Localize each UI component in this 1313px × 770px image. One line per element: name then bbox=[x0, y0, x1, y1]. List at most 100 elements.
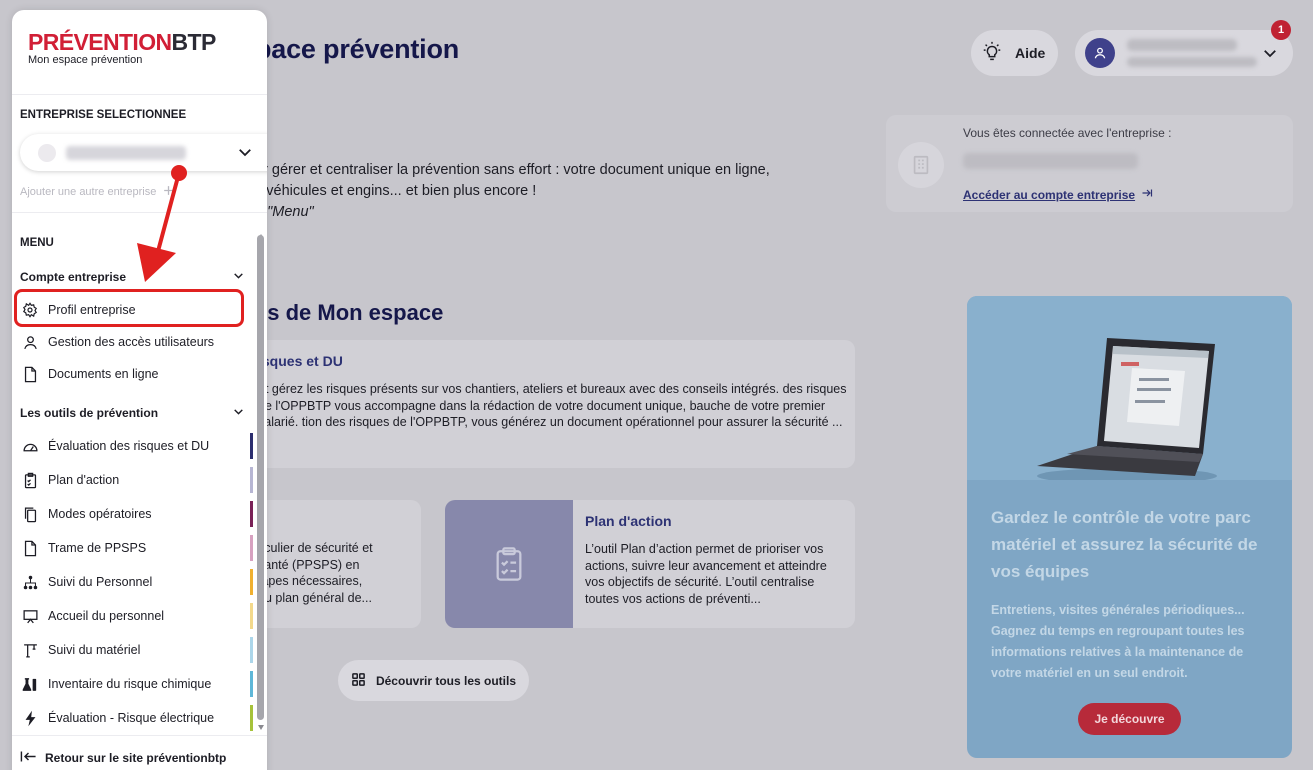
help-button[interactable]: Aide bbox=[971, 30, 1058, 76]
chevron-down-icon bbox=[1261, 44, 1279, 67]
divider bbox=[12, 212, 267, 213]
discover-all-tools-button[interactable]: Découvrir tous les outils bbox=[338, 660, 529, 701]
user-name-redacted bbox=[1127, 39, 1237, 51]
menu-item-risk-evaluation[interactable]: Évaluation des risques et DU bbox=[20, 433, 253, 459]
lightning-icon bbox=[20, 708, 40, 728]
menu-item-action-plan[interactable]: Plan d'action bbox=[20, 467, 253, 493]
menu-item-equipment-tracking[interactable]: Suivi du matériel bbox=[20, 637, 253, 663]
tool-card-description: et gérez les risques présents sur vos ch… bbox=[258, 382, 847, 429]
user-icon bbox=[20, 332, 40, 352]
menu-item-label: Suivi du Personnel bbox=[48, 575, 153, 589]
promo-discover-button[interactable]: Je découvre bbox=[1078, 703, 1181, 735]
connected-company-name-redacted bbox=[963, 153, 1138, 169]
clipboard-check-icon bbox=[20, 470, 40, 490]
menu-item-online-documents[interactable]: Documents en ligne bbox=[20, 361, 253, 387]
chevron-down-icon bbox=[232, 269, 245, 285]
lightbulb-icon bbox=[981, 41, 1003, 66]
tool-card-description: L’outil Plan d’action permet de priorise… bbox=[585, 542, 827, 606]
menu-item-user-access[interactable]: Gestion des accès utilisateurs bbox=[20, 329, 253, 355]
brand-logo[interactable]: PRÉVENTIONBTP Mon espace prévention bbox=[28, 30, 216, 66]
document-icon bbox=[20, 538, 40, 558]
document-icon bbox=[20, 364, 40, 384]
promo-illustration bbox=[967, 296, 1292, 484]
tool-card-action-plan[interactable]: Plan d'action L’outil Plan d’action perm… bbox=[445, 500, 855, 628]
company-section-label: ENTREPRISE SELECTIONNEE bbox=[20, 109, 187, 121]
tool-color-bar bbox=[250, 671, 253, 697]
company-account-link-label: Accéder au compte entreprise bbox=[963, 187, 1136, 202]
promo-card: Gardez le contrôle de votre parc matérie… bbox=[967, 296, 1292, 758]
group-company-account[interactable]: Compte entreprise bbox=[20, 269, 245, 285]
copy-icon bbox=[20, 504, 40, 524]
user-email-redacted bbox=[1127, 57, 1257, 67]
menu-item-label: Évaluation des risques et DU bbox=[48, 439, 210, 453]
tool-card-risk-evaluation[interactable]: isques et DU et gérez les risques présen… bbox=[240, 340, 855, 468]
user-avatar-icon bbox=[1085, 38, 1115, 68]
group-prevention-tools[interactable]: Les outils de prévention bbox=[20, 405, 245, 421]
intro-line-2: s véhicules et engins... et bien plus en… bbox=[255, 183, 537, 199]
tool-card-ppsps[interactable]: ticulier de sécurité et santé (PPSPS) en… bbox=[240, 500, 421, 628]
gauge-icon bbox=[20, 436, 40, 456]
menu-item-label: Évaluation - Risque électrique bbox=[48, 711, 215, 725]
logo-subtitle: Mon espace prévention bbox=[28, 54, 143, 66]
menu-item-label: Plan d'action bbox=[48, 473, 120, 487]
menu-item-label: Accueil du personnel bbox=[48, 609, 165, 623]
menu-item-chemical-risk[interactable]: Inventaire du risque chimique bbox=[20, 671, 253, 697]
menu-item-electrical-risk[interactable]: Évaluation - Risque électrique bbox=[20, 705, 253, 731]
annotation-highlight-box bbox=[14, 289, 244, 327]
tool-color-bar bbox=[250, 637, 253, 663]
page-title: pace prévention bbox=[255, 34, 460, 64]
add-company-link[interactable]: Ajouter une autre entreprise bbox=[20, 184, 175, 200]
intro-text: ur gérer et centraliser la prévention sa… bbox=[255, 160, 770, 223]
sidebar-scrollbar-thumb[interactable] bbox=[257, 235, 264, 720]
section-title: és de Mon espace bbox=[255, 300, 444, 325]
laptop-illustration bbox=[1037, 338, 1217, 484]
menu-item-staff-welcome[interactable]: Accueil du personnel bbox=[20, 603, 253, 629]
connected-company-card: Vous êtes connectée avec l'entreprise : … bbox=[886, 115, 1293, 212]
user-menu[interactable] bbox=[1075, 30, 1293, 76]
menu-label: MENU bbox=[20, 237, 54, 249]
tool-color-bar bbox=[250, 705, 253, 731]
menu-item-staff-tracking[interactable]: Suivi du Personnel bbox=[20, 569, 253, 595]
divider bbox=[12, 735, 267, 736]
menu-item-label: Suivi du matériel bbox=[48, 643, 141, 657]
tool-color-bar bbox=[250, 603, 253, 629]
menu-item-ppsps[interactable]: Trame de PPSPS bbox=[20, 535, 253, 561]
menu-item-operating-modes[interactable]: Modes opératoires bbox=[20, 501, 253, 527]
promo-body: Entretiens, visites générales périodique… bbox=[991, 603, 1245, 680]
tool-card-title: Plan d'action bbox=[585, 513, 672, 529]
logo-text-red: PRÉVENTION bbox=[28, 29, 172, 55]
group-title: Compte entreprise bbox=[20, 270, 127, 284]
building-icon bbox=[898, 142, 944, 188]
tool-color-bar bbox=[250, 501, 253, 527]
company-logo-icon bbox=[38, 143, 56, 162]
chevron-down-icon bbox=[232, 405, 245, 421]
intro-line-1: ur gérer et centraliser la prévention sa… bbox=[255, 162, 770, 178]
presentation-board-icon bbox=[20, 606, 40, 626]
help-label: Aide bbox=[1015, 45, 1046, 61]
menu-item-label: Documents en ligne bbox=[48, 367, 159, 381]
ppsps-desc-line-1: ticulier de sécurité et bbox=[258, 541, 373, 555]
menu-item-label: Modes opératoires bbox=[48, 507, 152, 521]
company-name-redacted bbox=[66, 145, 186, 160]
tool-card-title: isques et DU bbox=[258, 353, 343, 369]
crane-icon bbox=[20, 640, 40, 660]
add-company-label: Ajouter une autre entreprise bbox=[20, 186, 157, 198]
arrow-right-bar-icon bbox=[1141, 187, 1153, 202]
promo-title: Gardez le contrôle de votre parc matérie… bbox=[991, 508, 1258, 581]
tool-color-bar bbox=[250, 433, 253, 459]
company-account-link[interactable]: Accéder au compte entreprise bbox=[963, 187, 1153, 202]
connected-company-label: Vous êtes connectée avec l'entreprise : bbox=[963, 126, 1172, 140]
arrow-left-bar-icon bbox=[20, 750, 37, 766]
intro-line-3: e "Menu" bbox=[255, 204, 314, 220]
back-to-site-label: Retour sur le site préventionbtp bbox=[45, 751, 227, 765]
menu-item-label: Trame de PPSPS bbox=[48, 541, 147, 555]
back-to-site-link[interactable]: Retour sur le site préventionbtp bbox=[20, 750, 226, 766]
chevron-down-icon bbox=[236, 143, 254, 166]
company-selector[interactable] bbox=[20, 134, 267, 171]
menu-item-label: Inventaire du risque chimique bbox=[48, 677, 212, 691]
tool-card-description: ticulier de sécurité et santé (PPSPS) en… bbox=[258, 540, 408, 606]
tool-color-bar bbox=[250, 569, 253, 595]
menu-item-label: Gestion des accès utilisateurs bbox=[48, 335, 215, 349]
plus-icon bbox=[162, 184, 175, 200]
group-title: Les outils de prévention bbox=[20, 406, 159, 420]
